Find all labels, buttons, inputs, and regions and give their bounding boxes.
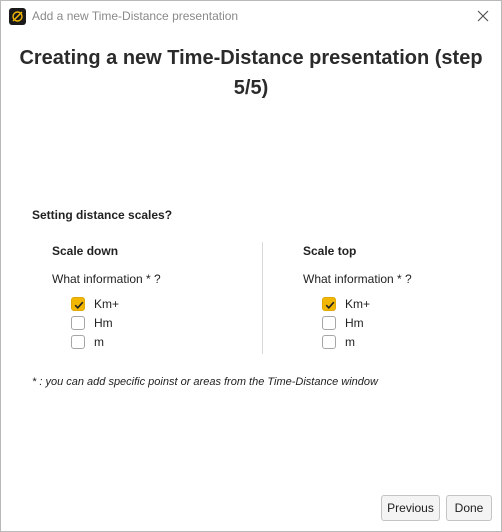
page-title: Creating a new Time-Distance presentatio… xyxy=(19,47,483,99)
scale-top-question: What information * ? xyxy=(303,272,412,286)
checkbox-unchecked[interactable] xyxy=(71,334,85,349)
scale-down-option-hm[interactable]: Hm xyxy=(71,313,252,332)
scale-top-option-m[interactable]: m xyxy=(322,332,502,351)
scale-top-option-km[interactable]: Km+ xyxy=(322,294,502,313)
checkbox-label: Km+ xyxy=(345,296,371,311)
section-title: Setting distance scales? xyxy=(32,208,173,222)
checkbox-unchecked[interactable] xyxy=(322,315,336,330)
checkbox-checked[interactable] xyxy=(71,296,85,311)
checkbox-checked[interactable] xyxy=(322,296,336,311)
close-icon xyxy=(477,10,489,22)
scale-down-question: What information * ? xyxy=(52,272,161,286)
title-bar: Add a new Time-Distance presentation xyxy=(1,1,501,32)
scale-down-options: Km+ Hm m xyxy=(71,294,252,351)
scale-top-option-hm[interactable]: Hm xyxy=(322,313,502,332)
scale-top-group: Scale top What information * ? Km+ Hm m xyxy=(303,244,502,351)
dialog-window: Add a new Time-Distance presentation Cre… xyxy=(0,0,502,532)
checkbox-label: m xyxy=(94,334,104,349)
checkmark-icon xyxy=(74,301,84,309)
previous-button[interactable]: Previous xyxy=(381,495,440,521)
footnote: * : you can add specific poinst or areas… xyxy=(32,376,378,388)
checkbox-label: Km+ xyxy=(94,296,120,311)
done-button[interactable]: Done xyxy=(446,495,492,521)
checkbox-label: Hm xyxy=(345,315,364,330)
scale-down-group: Scale down What information * ? Km+ Hm m xyxy=(52,244,252,351)
close-button[interactable] xyxy=(473,6,493,26)
checkbox-unchecked[interactable] xyxy=(71,315,85,330)
app-logo-icon xyxy=(9,8,26,25)
checkbox-unchecked[interactable] xyxy=(322,334,336,349)
window-title: Add a new Time-Distance presentation xyxy=(32,9,239,23)
scale-down-option-m[interactable]: m xyxy=(71,332,252,351)
checkmark-icon xyxy=(325,301,335,309)
scale-down-option-km[interactable]: Km+ xyxy=(71,294,252,313)
checkbox-label: Hm xyxy=(94,315,113,330)
scale-top-options: Km+ Hm m xyxy=(322,294,502,351)
column-divider xyxy=(262,242,263,354)
scale-top-title: Scale top xyxy=(303,244,357,258)
scale-down-title: Scale down xyxy=(52,244,119,258)
checkbox-label: m xyxy=(345,334,355,349)
